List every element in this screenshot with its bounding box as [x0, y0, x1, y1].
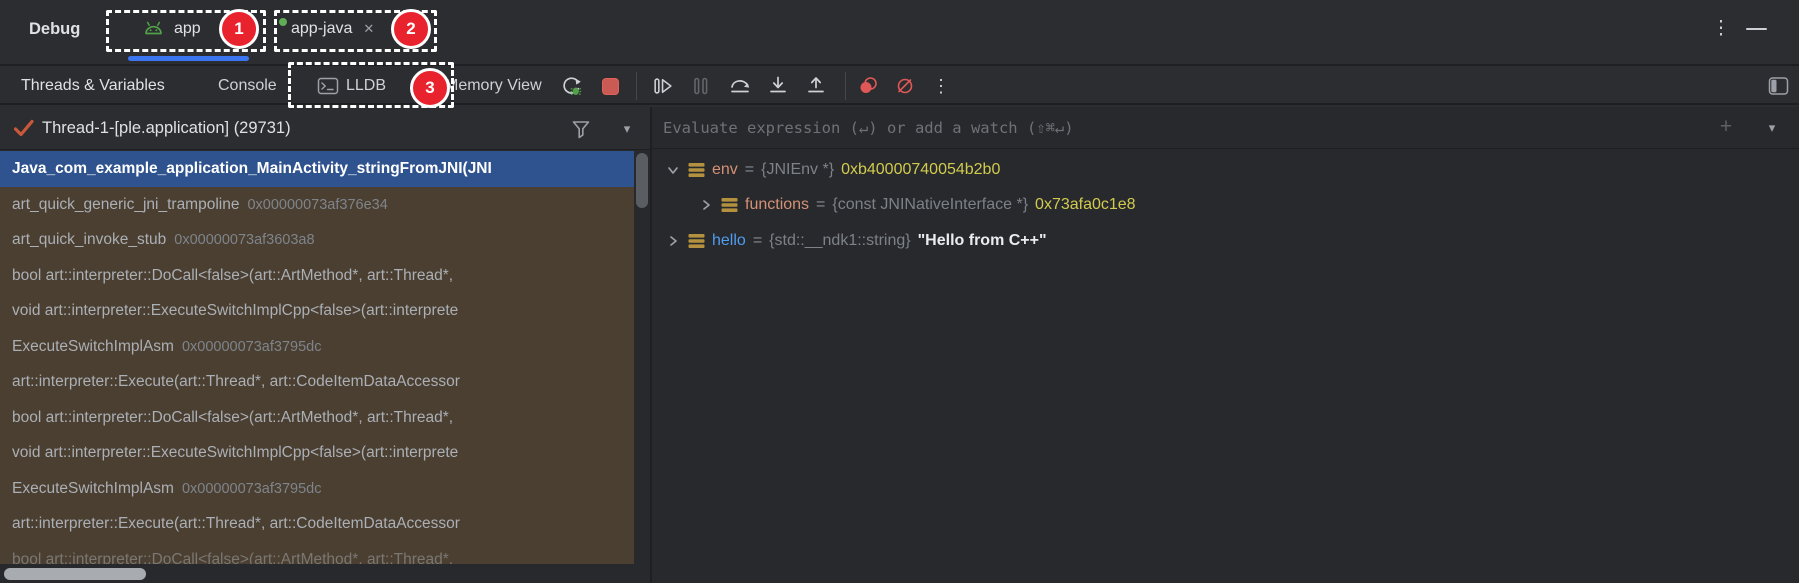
stack-frame-row[interactable]: void art::interpreter::ExecuteSwitchImpl…	[0, 435, 634, 471]
evaluate-expression-input[interactable]: Evaluate expression (↵) or add a watch (…	[663, 107, 1074, 149]
debugger-window: Debug app app-java ✕ ⋮ 1 2 3	[0, 0, 1799, 583]
chevron-down-icon[interactable]	[665, 162, 681, 178]
variable-type: {const JNINativeInterface *}	[832, 196, 1028, 214]
layout-settings-icon[interactable]	[1766, 74, 1790, 98]
stack-frames-list: Java_com_example_application_MainActivit…	[0, 151, 634, 564]
thread-dropdown-chevron-icon[interactable]: ▾	[616, 107, 638, 150]
toolwindow-title: Debug	[29, 0, 80, 58]
stack-frame-row[interactable]: bool art::interpreter::DoCall<false>(art…	[0, 542, 634, 565]
variable-name: functions	[745, 196, 809, 214]
annotation-badge-2: 2	[391, 9, 431, 49]
stack-frame-row[interactable]: bool art::interpreter::DoCall<false>(art…	[0, 258, 634, 294]
tab-console[interactable]: Console	[218, 68, 277, 104]
add-watch-icon[interactable]: +	[1714, 107, 1738, 149]
variable-name: env	[712, 161, 738, 179]
toolbar-separator	[845, 72, 846, 100]
watches-dropdown-chevron-icon[interactable]: ▾	[1760, 107, 1784, 149]
resume-program-button[interactable]	[651, 74, 675, 98]
mute-breakpoints-button[interactable]	[893, 74, 917, 98]
chevron-right-icon[interactable]	[698, 197, 714, 213]
variable-value: "Hello from C++"	[918, 232, 1047, 250]
view-breakpoints-button[interactable]	[856, 74, 880, 98]
stack-frame-row[interactable]: ExecuteSwitchImplAsm0x00000073af3795dc	[0, 471, 634, 507]
stack-frame-row[interactable]: void art::interpreter::ExecuteSwitchImpl…	[0, 293, 634, 329]
vertical-scrollbar-thumb[interactable]	[636, 153, 648, 208]
variable-structure-icon	[688, 233, 705, 249]
horizontal-scrollbar-thumb[interactable]	[4, 568, 146, 580]
equals-sign: =	[816, 196, 825, 214]
thread-selector-bar[interactable]: Thread-1-[ple.application] (29731) ▾	[0, 107, 650, 150]
toolbar-more-icon[interactable]: ⋮	[930, 68, 952, 104]
step-into-button[interactable]	[766, 74, 790, 98]
stack-frame-row[interactable]: art_quick_invoke_stub0x00000073af3603a8	[0, 222, 634, 258]
variables-panel: Evaluate expression (↵) or add a watch (…	[652, 107, 1799, 583]
debugger-content: Thread-1-[ple.application] (29731) ▾ Jav…	[0, 107, 1799, 583]
titlebar-more-options-icon[interactable]: ⋮	[1710, 0, 1732, 58]
debugger-tab-row: Threads & Variables Console LLDB Memory …	[0, 68, 1799, 105]
stop-button[interactable]	[598, 74, 622, 98]
annotation-badge-3: 3	[410, 68, 450, 108]
pause-program-button[interactable]	[689, 74, 713, 98]
variable-name: hello	[712, 232, 746, 250]
thread-status-check-icon	[12, 117, 36, 141]
hide-toolwindow-icon[interactable]	[1746, 28, 1767, 30]
equals-sign: =	[753, 232, 762, 250]
tab-threads-and-variables[interactable]: Threads & Variables	[21, 68, 165, 104]
stack-frame-row[interactable]: bool art::interpreter::DoCall<false>(art…	[0, 400, 634, 436]
stack-frame-row[interactable]: ExecuteSwitchImplAsm0x00000073af3795dc	[0, 329, 634, 365]
stack-frame-row[interactable]: art::interpreter::Execute(art::Thread*, …	[0, 364, 634, 400]
variable-type: {JNIEnv *}	[761, 161, 834, 179]
variable-row-env[interactable]: env = {JNIEnv *} 0xb40000740054b2b0	[652, 152, 1799, 188]
stack-frame-row[interactable]: art_quick_generic_jni_trampoline0x000000…	[0, 187, 634, 223]
equals-sign: =	[745, 161, 754, 179]
variable-structure-icon	[688, 162, 705, 178]
stop-icon	[602, 78, 619, 95]
toolbar-separator	[636, 72, 637, 100]
debug-toolwindow-titlebar: Debug app app-java ✕ ⋮	[0, 0, 1799, 66]
variable-value: 0x73afa0c1e8	[1035, 196, 1136, 214]
step-over-button[interactable]	[728, 74, 752, 98]
chevron-right-icon[interactable]	[665, 233, 681, 249]
evaluate-expression-bar[interactable]: Evaluate expression (↵) or add a watch (…	[652, 107, 1799, 149]
variable-type: {std::__ndk1::string}	[769, 232, 910, 250]
variable-structure-icon	[721, 197, 738, 213]
stack-frame-row[interactable]: Java_com_example_application_MainActivit…	[0, 151, 634, 187]
stack-frame-row[interactable]: art::interpreter::Execute(art::Thread*, …	[0, 506, 634, 542]
frames-panel: Thread-1-[ple.application] (29731) ▾ Jav…	[0, 107, 650, 583]
thread-selector-value: Thread-1-[ple.application] (29731)	[42, 107, 291, 150]
tab-memory-view[interactable]: Memory View	[445, 68, 542, 104]
variable-row-functions[interactable]: functions = {const JNINativeInterface *}…	[652, 188, 1799, 224]
variable-value: 0xb40000740054b2b0	[841, 161, 1000, 179]
filter-icon[interactable]	[570, 119, 592, 141]
annotation-badge-1: 1	[219, 9, 259, 49]
step-out-button[interactable]	[804, 74, 828, 98]
variables-tree: env = {JNIEnv *} 0xb40000740054b2b0	[652, 152, 1799, 259]
variable-row-hello[interactable]: hello = {std::__ndk1::string} "Hello fro…	[652, 223, 1799, 259]
rerun-debug-button[interactable]	[559, 74, 583, 98]
active-tab-underline	[128, 56, 249, 61]
